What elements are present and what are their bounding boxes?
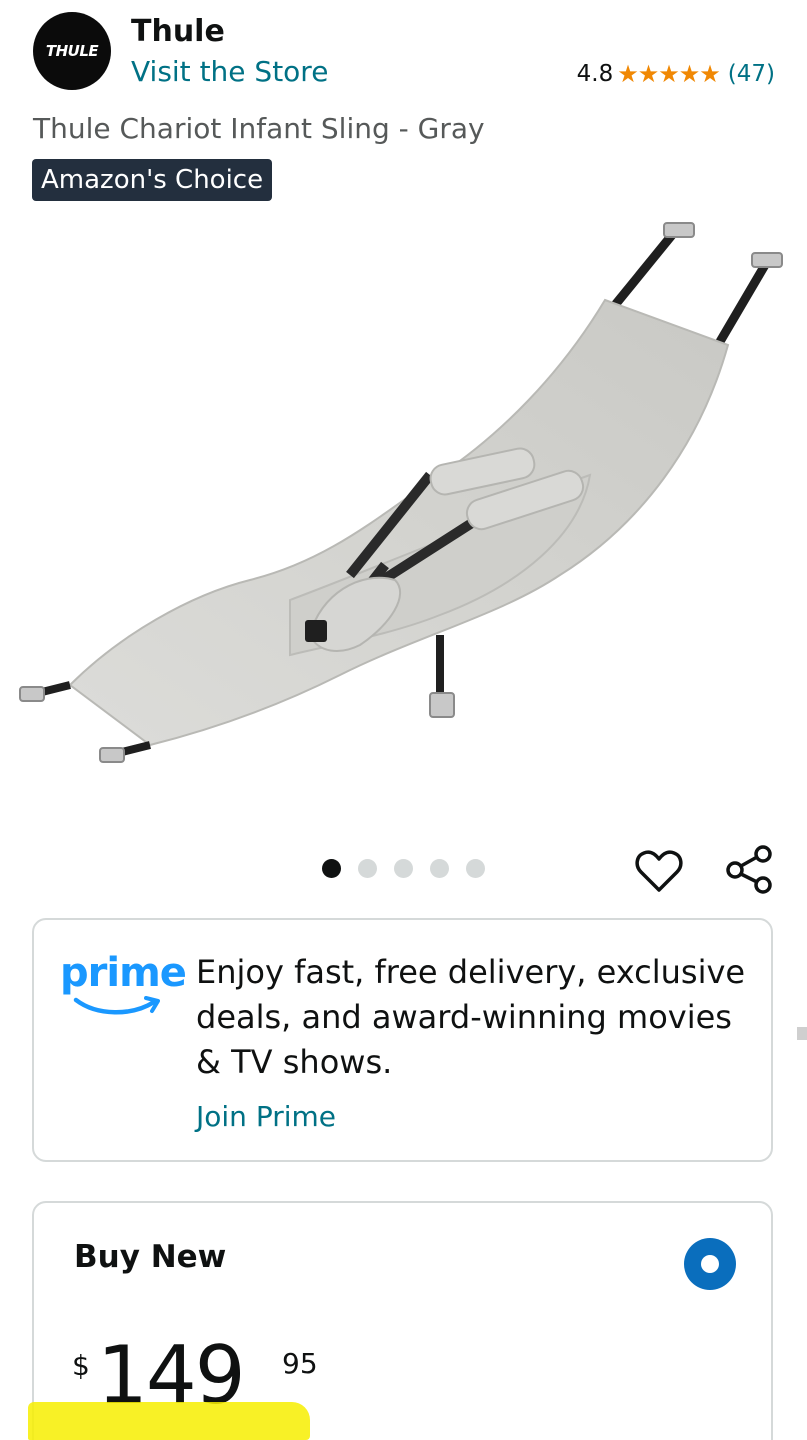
rating-summary[interactable]: 4.8 ★★★★★ (47) [577,60,775,88]
heart-icon[interactable] [634,846,684,896]
price-fraction: 95 [282,1347,318,1380]
review-count-link[interactable]: (47) [728,61,775,87]
scroll-edge-marker [797,1027,807,1040]
carousel-dot[interactable] [358,859,377,878]
brand-logo-text: THULE [45,42,99,60]
prime-smile-icon [73,996,160,1015]
carousel-dot[interactable] [394,859,413,878]
highlighter-mark [28,1402,310,1440]
amazons-choice-badge: Amazon's Choice [32,159,273,201]
buy-new-label: Buy New [74,1239,227,1275]
carousel-dot[interactable] [430,859,449,878]
product-page: THULE Thule Visit the Store 4.8 ★★★★★ (4… [0,0,807,1440]
buy-new-radio[interactable] [684,1238,736,1290]
price-symbol: $ [72,1349,90,1382]
star-rating-icon: ★★★★★ [617,60,721,88]
share-icon[interactable] [723,844,773,894]
rating-value: 4.8 [576,61,614,87]
prime-logo: prime [60,950,187,1020]
carousel-dot[interactable] [322,859,341,878]
product-title: Thule Chariot Infant Sling - Gray [33,112,485,145]
carousel-dot[interactable] [466,859,485,878]
brand-name[interactable]: Thule [131,14,225,49]
brand-logo[interactable]: THULE [33,12,111,90]
join-prime-link[interactable]: Join Prime [196,1100,336,1133]
prime-promo-card: prime Enjoy fast, free delivery, exclusi… [32,918,773,1162]
product-image[interactable] [0,215,807,815]
visit-store-link[interactable]: Visit the Store [131,55,328,88]
prime-message: Enjoy fast, free delivery, exclusive dea… [196,953,746,1081]
carousel-dots[interactable] [322,859,485,878]
prime-logo-text: prime [60,950,187,996]
